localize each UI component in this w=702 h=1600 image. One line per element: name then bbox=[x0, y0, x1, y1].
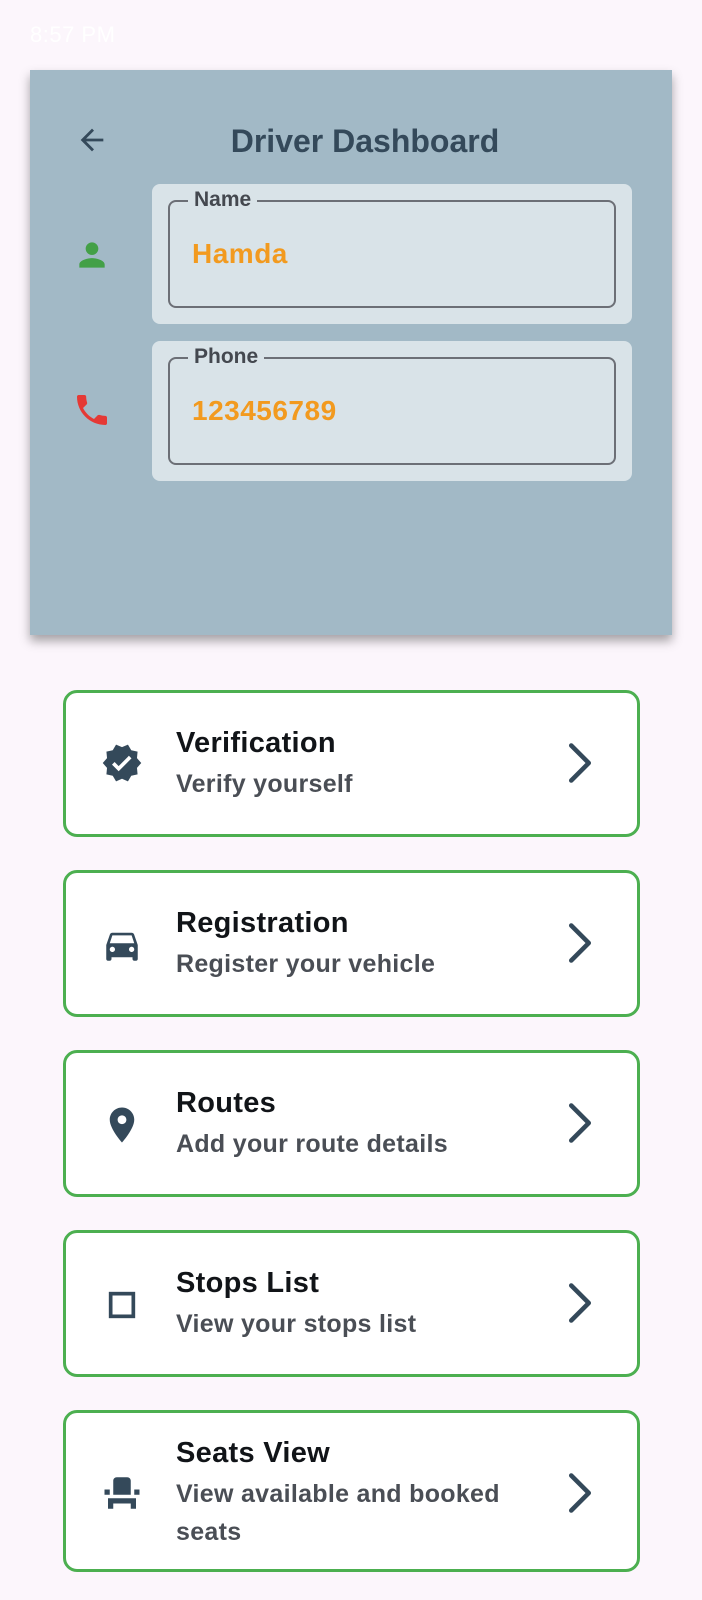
status-bar: 8:57 PM bbox=[0, 0, 702, 70]
square-icon bbox=[100, 1283, 144, 1327]
verified-badge-icon bbox=[100, 741, 144, 785]
menu-title-verification: Verification bbox=[176, 727, 336, 759]
menu-subtitle-seats-view: View available and booked seats bbox=[176, 1480, 500, 1546]
back-button[interactable] bbox=[72, 120, 112, 160]
status-time: 8:57 PM bbox=[30, 22, 116, 47]
name-field-label: Name bbox=[188, 188, 258, 212]
person-icon bbox=[70, 233, 114, 277]
menu-card-seats-view[interactable]: Seats View View available and booked sea… bbox=[63, 1410, 640, 1572]
name-field[interactable]: Name Hamda bbox=[152, 184, 632, 324]
driver-dashboard-screen: 8:57 PM Driver Dashboard Name Hamda Phon… bbox=[0, 0, 702, 1600]
chevron-right-icon bbox=[563, 1281, 597, 1325]
location-pin-icon bbox=[100, 1103, 144, 1147]
phone-field[interactable]: Phone 123456789 bbox=[152, 341, 632, 481]
menu-title-routes: Routes bbox=[176, 1087, 277, 1119]
menu-subtitle-registration: Register your vehicle bbox=[176, 950, 436, 978]
phone-field-value: 123456789 bbox=[192, 395, 337, 426]
menu-subtitle-stops-list: View your stops list bbox=[176, 1310, 417, 1338]
menu-card-stops-list[interactable]: Stops List View your stops list bbox=[63, 1230, 640, 1377]
seat-icon bbox=[100, 1471, 144, 1515]
chevron-right-icon bbox=[563, 921, 597, 965]
profile-header-card: Driver Dashboard Name Hamda Phone 123456… bbox=[30, 70, 672, 635]
chevron-right-icon bbox=[563, 741, 597, 785]
chevron-right-icon bbox=[563, 1101, 597, 1145]
name-field-value: Hamda bbox=[192, 238, 288, 269]
phone-icon bbox=[70, 388, 114, 432]
page-title: Driver Dashboard bbox=[230, 123, 500, 159]
car-icon bbox=[100, 923, 144, 967]
phone-field-outline: Phone 123456789 bbox=[168, 345, 616, 465]
menu-card-routes[interactable]: Routes Add your route details bbox=[63, 1050, 640, 1197]
menu-title-registration: Registration bbox=[176, 907, 349, 939]
back-arrow-icon bbox=[80, 128, 104, 152]
menu-card-verification[interactable]: Verification Verify yourself bbox=[63, 690, 640, 837]
menu-title-stops-list: Stops List bbox=[176, 1267, 320, 1299]
menu-card-registration[interactable]: Registration Register your vehicle bbox=[63, 870, 640, 1017]
phone-field-label: Phone bbox=[188, 345, 265, 369]
menu-subtitle-routes: Add your route details bbox=[176, 1130, 448, 1158]
menu-subtitle-verification: Verify yourself bbox=[176, 770, 353, 798]
chevron-right-icon bbox=[563, 1471, 597, 1515]
menu-title-seats-view: Seats View bbox=[176, 1437, 331, 1469]
name-field-outline: Name Hamda bbox=[168, 188, 616, 308]
